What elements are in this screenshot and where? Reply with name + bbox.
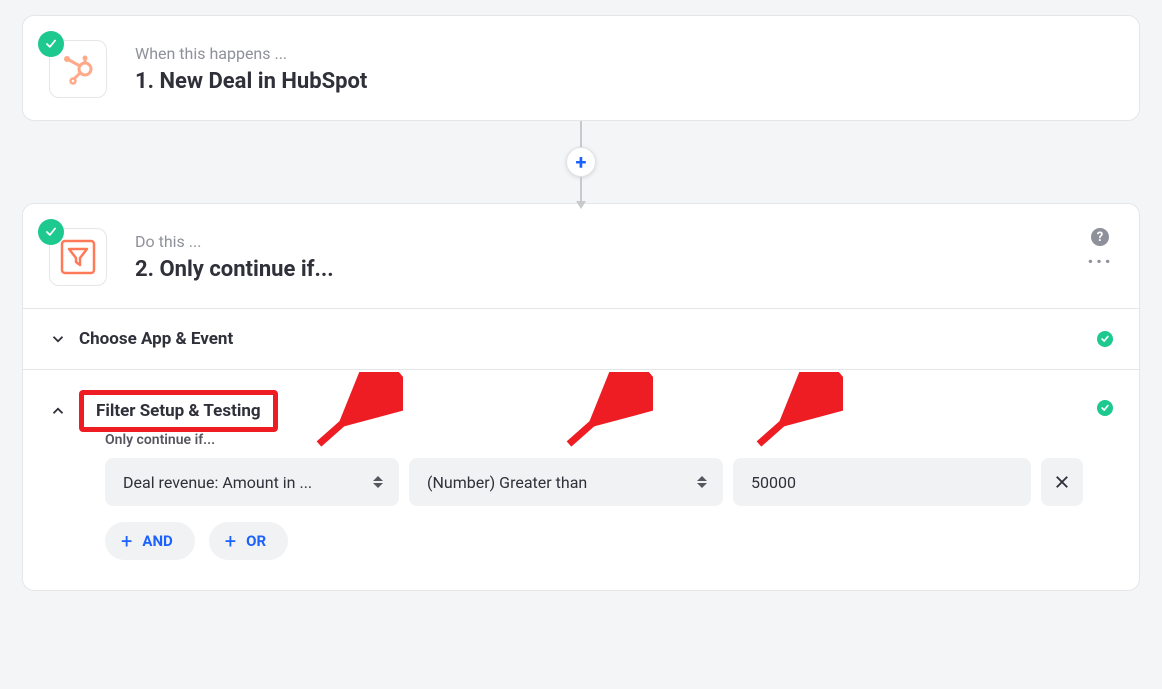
step-header: Do this ... 2. Only continue if... ? ··· xyxy=(23,204,1139,308)
button-label: AND xyxy=(142,532,172,550)
step-connector: + xyxy=(0,121,1162,203)
section-label: Filter Setup & Testing xyxy=(96,401,261,421)
button-label: OR xyxy=(246,532,266,550)
chevron-down-icon[interactable] xyxy=(49,330,79,348)
step-title: 2. Only continue if... xyxy=(135,257,1113,282)
help-icon[interactable]: ? xyxy=(1091,228,1109,246)
hubspot-icon xyxy=(60,51,96,87)
select-arrows-icon xyxy=(373,476,385,488)
section-complete-badge xyxy=(1097,400,1113,416)
section-choose-app-event[interactable]: Choose App & Event xyxy=(23,308,1139,369)
add-step-button[interactable]: + xyxy=(566,147,596,177)
add-or-button[interactable]: + OR xyxy=(209,522,288,560)
step-subtitle: When this happens ... xyxy=(135,44,1113,63)
select-value: Deal revenue: Amount in ... xyxy=(123,473,312,492)
filter-icon xyxy=(58,237,98,277)
filter-field-select[interactable]: Deal revenue: Amount in ... xyxy=(105,458,399,506)
filter-value-input[interactable]: 50000 xyxy=(733,458,1031,506)
more-menu-icon[interactable]: ··· xyxy=(1087,260,1113,266)
filter-condition-select[interactable]: (Number) Greater than xyxy=(409,458,723,506)
select-value: (Number) Greater than xyxy=(427,473,587,492)
step-text-block: When this happens ... 1. New Deal in Hub… xyxy=(135,40,1113,94)
app-icon-hubspot xyxy=(49,40,107,98)
step-header: When this happens ... 1. New Deal in Hub… xyxy=(23,16,1139,120)
input-value: 50000 xyxy=(751,473,796,492)
trigger-step-card[interactable]: When this happens ... 1. New Deal in Hub… xyxy=(22,15,1140,121)
close-icon xyxy=(1053,473,1071,491)
filter-condition-row: Deal revenue: Amount in ... (Number) Gre… xyxy=(105,458,1113,506)
plus-icon: + xyxy=(121,529,132,553)
step-subtitle: Do this ... xyxy=(135,232,1113,251)
plus-icon: + xyxy=(225,529,236,553)
app-icon-filter xyxy=(49,228,107,286)
chevron-up-icon[interactable] xyxy=(49,402,79,420)
section-label: Choose App & Event xyxy=(79,329,233,349)
section-filter-setup: Filter Setup & Testing Only continue if.… xyxy=(23,369,1139,590)
step-actions: ? ··· xyxy=(1087,228,1113,266)
step-text-block: Do this ... 2. Only continue if... xyxy=(135,228,1113,282)
select-arrows-icon xyxy=(697,476,709,488)
logic-buttons-row: + AND + OR xyxy=(105,522,1113,560)
success-check-badge xyxy=(38,31,64,57)
filter-step-card: Do this ... 2. Only continue if... ? ···… xyxy=(22,203,1140,591)
add-and-button[interactable]: + AND xyxy=(105,522,195,560)
section-complete-badge xyxy=(1097,331,1113,347)
remove-condition-button[interactable] xyxy=(1041,458,1083,506)
annotation-highlight-box: Filter Setup & Testing xyxy=(79,390,278,432)
step-title: 1. New Deal in HubSpot xyxy=(135,69,1113,94)
filter-hint-label: Only continue if... xyxy=(105,432,1113,448)
success-check-badge xyxy=(38,219,64,245)
